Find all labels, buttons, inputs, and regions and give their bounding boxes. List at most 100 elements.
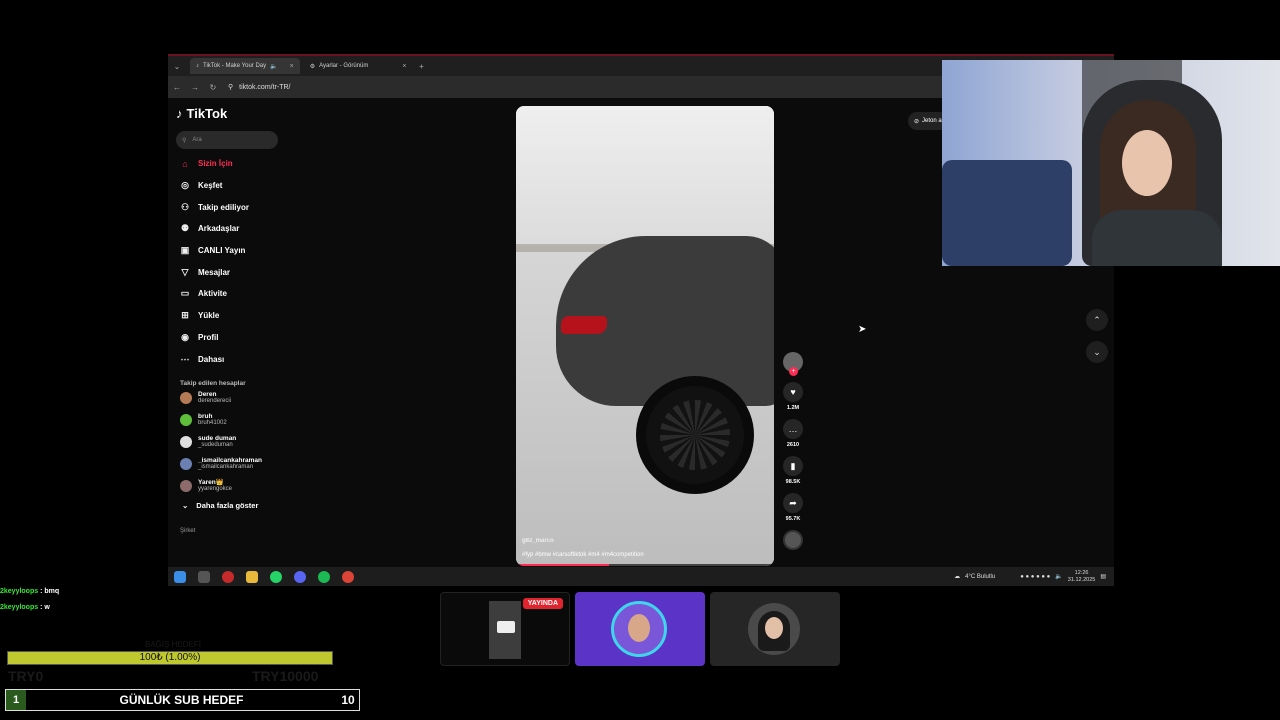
donation-min: TRY0 bbox=[8, 668, 44, 684]
close-tab-icon[interactable]: × bbox=[402, 63, 406, 70]
nav-messages[interactable]: ▽ Mesajlar bbox=[176, 261, 296, 283]
clock[interactable]: 12:26 31.12.2025 bbox=[1068, 570, 1096, 584]
gear-icon: ⚙ bbox=[309, 63, 316, 70]
tab-settings[interactable]: ⚙ Ayarlar - Görünüm × bbox=[304, 58, 413, 74]
following-account[interactable]: Deren derenderecii bbox=[176, 387, 296, 409]
sub-goal-target: 10 bbox=[341, 693, 355, 707]
opera-icon[interactable] bbox=[222, 570, 234, 583]
clock-time: 12:26 bbox=[1074, 569, 1089, 576]
show-more-button[interactable]: ⌄ Daha fazla göster bbox=[176, 501, 296, 510]
music-disc-icon[interactable] bbox=[783, 530, 803, 550]
company-link[interactable]: Şirket bbox=[176, 528, 296, 534]
account-name: bruh bbox=[198, 412, 213, 420]
weather-text[interactable]: 4°C Bulutlu bbox=[965, 574, 995, 580]
nav-profile[interactable]: ◉ Profil bbox=[176, 327, 296, 349]
url-text: tiktok.com/tr-TR/ bbox=[239, 83, 291, 91]
video-sky bbox=[516, 106, 774, 256]
avatar bbox=[180, 479, 192, 492]
new-tab-icon[interactable]: + bbox=[412, 62, 430, 71]
nav-activity[interactable]: ▭ Aktivite bbox=[176, 283, 296, 305]
tab-label: TikTok - Make Your Day bbox=[203, 63, 267, 69]
tray-apps-icon[interactable]: ● ● ● ● ● ● bbox=[1020, 574, 1050, 580]
following-account[interactable]: _ismailcankahraman _ismailcankahraman bbox=[176, 453, 296, 475]
participant-avatar bbox=[611, 601, 667, 657]
following-account[interactable]: bruh bruh41002 bbox=[176, 409, 296, 431]
nav-explore[interactable]: ◎ Keşfet bbox=[176, 175, 296, 197]
creator-avatar[interactable]: + bbox=[783, 352, 803, 376]
video-progress-bar[interactable] bbox=[516, 564, 774, 566]
more-icon: ⋯ bbox=[180, 353, 190, 364]
coin-icon: ⊘ bbox=[914, 118, 920, 125]
windows-start-icon[interactable] bbox=[174, 570, 186, 583]
coins-label: Jeton al bbox=[922, 118, 944, 124]
webcam-person-body bbox=[1092, 210, 1222, 266]
live-icon: ▣ bbox=[180, 245, 190, 256]
account-username: yyarengokce bbox=[198, 485, 233, 492]
search-input[interactable]: ⚲ Ara bbox=[176, 131, 278, 149]
nav-for-you[interactable]: ⌂ Sizin İçin bbox=[176, 153, 296, 175]
site-info-icon[interactable]: ⚲ bbox=[228, 83, 233, 91]
nav-label: Mesajlar bbox=[198, 267, 231, 277]
video-player[interactable]: g82_marco #fyp #bmw #carsoftiktok #m4 #m… bbox=[516, 106, 774, 566]
following-account[interactable]: Yaren👑 yyarengokce bbox=[176, 475, 296, 497]
nav-label: Dahası bbox=[198, 354, 225, 364]
whatsapp-icon[interactable] bbox=[270, 570, 282, 583]
avatar bbox=[180, 435, 192, 448]
video-username[interactable]: g82_marco bbox=[522, 538, 644, 544]
nav-live[interactable]: ▣ CANLI Yayın bbox=[176, 240, 296, 262]
notification-icon[interactable]: ▤ bbox=[1100, 573, 1106, 580]
speaker-icon[interactable]: 🔈 bbox=[270, 63, 277, 70]
forward-icon[interactable]: → bbox=[186, 83, 204, 92]
url-field[interactable]: ⚲ tiktok.com/tr-TR/ bbox=[228, 83, 291, 92]
live-screen-tile[interactable]: YAYINDA bbox=[440, 592, 570, 666]
nav-label: Profil bbox=[198, 332, 219, 342]
next-video-button[interactable]: ⌄ bbox=[1086, 341, 1108, 363]
back-icon[interactable]: ← bbox=[168, 83, 186, 92]
nav-label: Sizin İçin bbox=[198, 159, 233, 169]
discord-icon[interactable] bbox=[294, 570, 306, 583]
volume-icon[interactable]: 🔈 bbox=[1055, 573, 1062, 580]
donation-progress-text: 100₺ (1.00%) bbox=[139, 652, 201, 663]
share-count: 95.7K bbox=[785, 516, 801, 522]
following-list: Deren derenderecii bruh bruh41002 sude dum… bbox=[176, 387, 296, 497]
tab-list-icon[interactable]: ⌄ bbox=[168, 62, 186, 71]
file-explorer-icon[interactable] bbox=[246, 570, 258, 583]
task-view-icon[interactable] bbox=[198, 570, 210, 583]
nav-following[interactable]: ⚇ Takip ediliyor bbox=[176, 196, 296, 218]
search-icon: ⚲ bbox=[182, 137, 187, 144]
following-account[interactable]: sude duman _sudeduman bbox=[176, 431, 296, 453]
like-action[interactable]: ♥ 1.2M bbox=[780, 382, 806, 411]
video-hashtags[interactable]: #fyp #bmw #carsoftiktok #m4 #m4competiti… bbox=[522, 552, 644, 558]
tiktok-logo[interactable]: ♪ TikTok bbox=[176, 106, 296, 121]
video-caption: g82_marco #fyp #bmw #carsoftiktok #m4 #m… bbox=[522, 538, 644, 558]
account-username: _ismailcankahraman bbox=[198, 463, 254, 470]
comment-count: 2610 bbox=[786, 442, 800, 448]
participant-tile[interactable] bbox=[710, 592, 840, 666]
participant-face bbox=[765, 617, 783, 639]
heart-icon: ♥ bbox=[783, 382, 803, 402]
close-tab-icon[interactable]: × bbox=[290, 63, 294, 70]
comment-action[interactable]: … 2610 bbox=[780, 419, 806, 448]
chrome-icon[interactable] bbox=[342, 570, 354, 583]
account-name: sude duman bbox=[198, 434, 237, 442]
nav-more[interactable]: ⋯ Dahası bbox=[176, 348, 296, 370]
nav-friends[interactable]: ⚉ Arkadaşlar bbox=[176, 218, 296, 240]
participant-tile[interactable] bbox=[575, 592, 705, 666]
save-action[interactable]: ▮ 98.5K bbox=[780, 456, 806, 485]
tiktok-favicon-icon: ♪ bbox=[196, 63, 199, 69]
share-action[interactable]: ➦ 95.7K bbox=[780, 493, 806, 522]
upload-icon: ⊞ bbox=[181, 310, 189, 321]
live-badge: YAYINDA bbox=[522, 598, 563, 609]
reload-icon[interactable]: ↻ bbox=[204, 83, 222, 92]
follow-plus-icon[interactable]: + bbox=[789, 367, 798, 376]
avatar bbox=[180, 391, 192, 404]
action-rail: + ♥ 1.2M … 2610 ▮ 98.5K ➦ 95.7K bbox=[780, 352, 806, 550]
activity-icon: ▭ bbox=[180, 288, 190, 299]
tab-tiktok[interactable]: ♪ TikTok - Make Your Day 🔈 × bbox=[190, 58, 300, 74]
friends-icon: ⚉ bbox=[180, 223, 190, 234]
nav-upload[interactable]: ⊞ Yükle bbox=[176, 305, 296, 327]
donation-max: TRY10000 bbox=[252, 668, 319, 684]
chat-message: 2keyyloops : w bbox=[0, 604, 50, 611]
spotify-icon[interactable] bbox=[318, 570, 330, 583]
previous-video-button[interactable]: ⌃ bbox=[1086, 309, 1108, 331]
